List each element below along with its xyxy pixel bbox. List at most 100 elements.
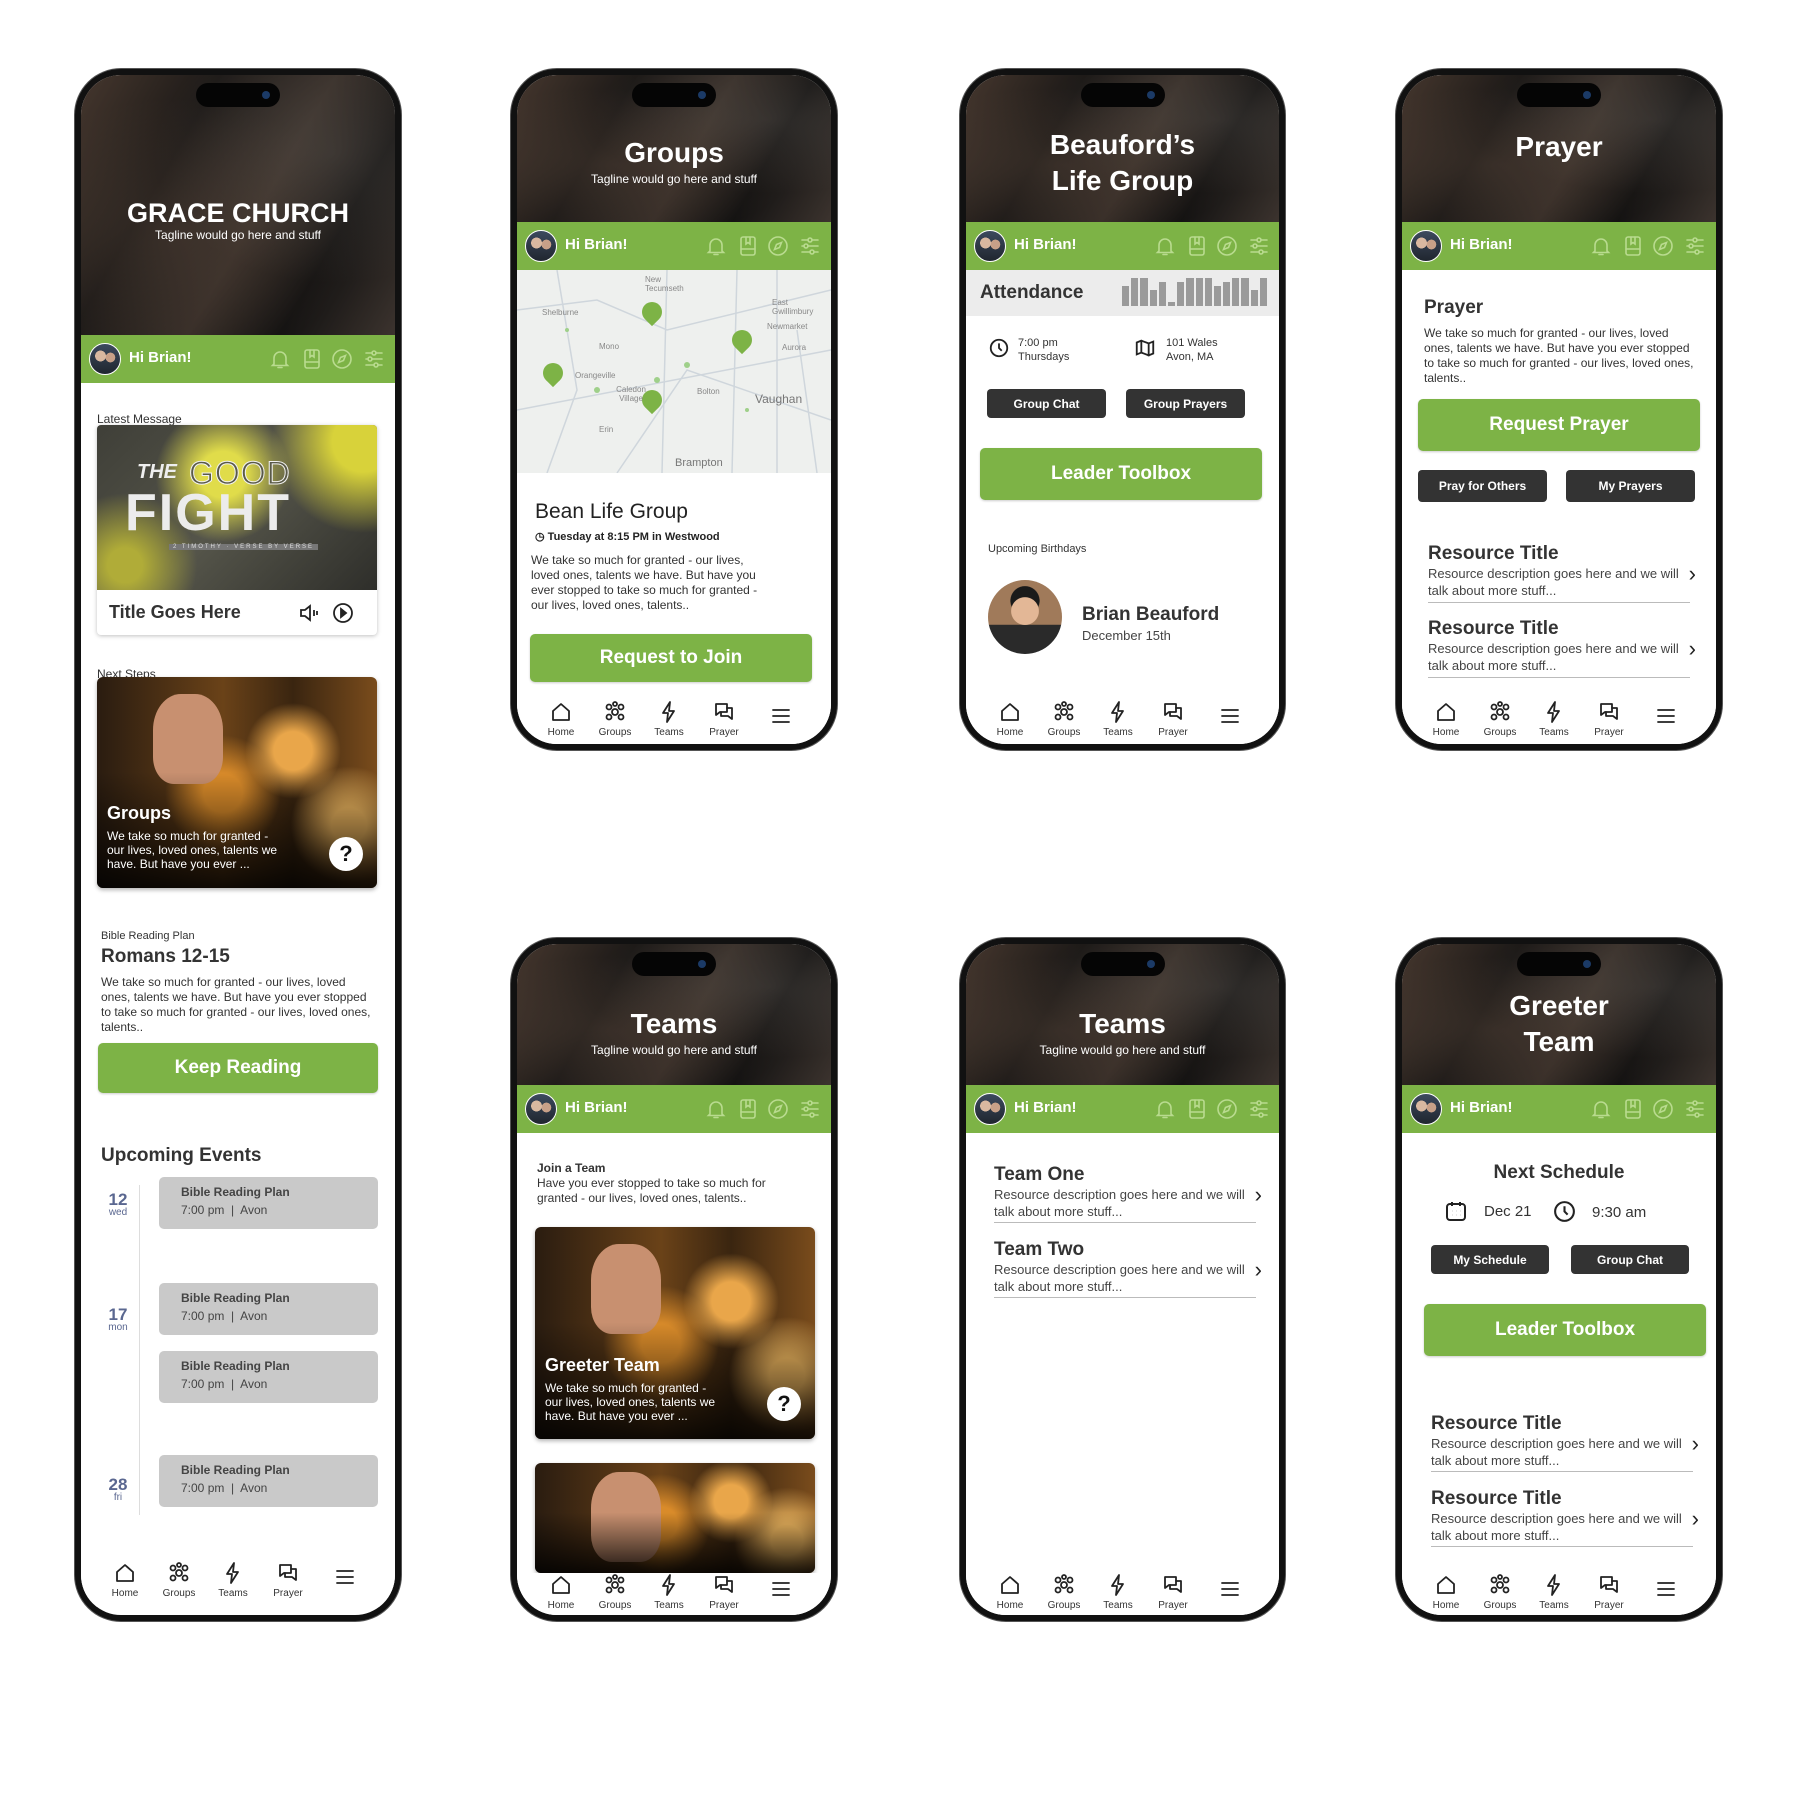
sliders-icon[interactable] (362, 347, 386, 371)
nav-groups[interactable]: Groups (154, 1561, 204, 1599)
nav-groups[interactable]: Groups (1039, 1573, 1089, 1611)
compass-icon[interactable] (1215, 234, 1239, 258)
compass-icon[interactable] (766, 234, 790, 258)
leader-toolbox-button[interactable]: Leader Toolbox (980, 448, 1262, 500)
nav-groups[interactable]: Groups (1475, 700, 1525, 738)
nav-teams[interactable]: Teams (1093, 700, 1143, 738)
menu-button[interactable] (756, 1577, 806, 1606)
menu-button[interactable] (1641, 1577, 1691, 1606)
compass-icon[interactable] (1651, 234, 1675, 258)
nav-home[interactable]: Home (536, 700, 586, 738)
resource-item[interactable]: Resource Title Resource description goes … (1431, 1413, 1699, 1472)
nav-prayer[interactable]: Prayer (699, 700, 749, 738)
event-item[interactable]: Bible Reading Plan 7:00 pm | Avon (159, 1351, 378, 1403)
group-chat-button[interactable]: Group Chat (987, 389, 1106, 418)
my-prayers-button[interactable]: My Prayers (1566, 470, 1695, 502)
book-icon[interactable] (1185, 234, 1209, 258)
nav-teams[interactable]: Teams (208, 1561, 258, 1599)
play-icon[interactable] (331, 601, 355, 630)
team-item[interactable]: Team One Resource description goes here a… (994, 1164, 1262, 1223)
avatar[interactable] (1410, 1093, 1442, 1125)
sliders-icon[interactable] (1247, 1097, 1271, 1121)
book-icon[interactable] (1185, 1097, 1209, 1121)
menu-button[interactable] (1205, 1577, 1255, 1606)
bell-icon[interactable] (704, 1097, 728, 1121)
leader-toolbox-button[interactable]: Leader Toolbox (1424, 1304, 1706, 1356)
event-item[interactable]: Bible Reading Plan 7:00 pm | Avon (159, 1283, 378, 1335)
nav-home[interactable]: Home (1421, 700, 1471, 738)
team-card[interactable]: Greeter Team We take so much for granted… (535, 1227, 815, 1439)
avatar[interactable] (525, 230, 557, 262)
avatar[interactable] (1410, 230, 1442, 262)
event-item[interactable]: Bible Reading Plan 7:00 pm | Avon (159, 1177, 378, 1229)
attendance-bar[interactable]: Attendance (966, 270, 1279, 316)
sliders-icon[interactable] (1683, 234, 1707, 258)
nav-prayer[interactable]: Prayer (1584, 700, 1634, 738)
bell-icon[interactable] (268, 347, 292, 371)
nav-home[interactable]: Home (985, 700, 1035, 738)
team-card[interactable] (535, 1463, 815, 1573)
nav-groups[interactable]: Groups (590, 1573, 640, 1611)
avatar[interactable] (974, 230, 1006, 262)
pray-for-others-button[interactable]: Pray for Others (1418, 470, 1547, 502)
sliders-icon[interactable] (1683, 1097, 1707, 1121)
book-icon[interactable] (736, 234, 760, 258)
request-to-join-button[interactable]: Request to Join (530, 634, 812, 682)
nav-groups[interactable]: Groups (1039, 700, 1089, 738)
sliders-icon[interactable] (798, 1097, 822, 1121)
sliders-icon[interactable] (1247, 234, 1271, 258)
bell-icon[interactable] (1589, 1097, 1613, 1121)
team-item[interactable]: Team Two Resource description goes here a… (994, 1239, 1262, 1298)
latest-message-card[interactable]: THE GOOD FIGHT 2 TIMOTHY · VERSE BY VERS… (97, 425, 377, 635)
book-icon[interactable] (736, 1097, 760, 1121)
avatar[interactable] (974, 1093, 1006, 1125)
nav-prayer[interactable]: Prayer (1148, 700, 1198, 738)
nav-teams[interactable]: Teams (1529, 1573, 1579, 1611)
bell-icon[interactable] (704, 234, 728, 258)
groups-map[interactable]: New Tecumseth Shelburne Mono Orangeville… (517, 270, 831, 473)
help-icon[interactable]: ? (767, 1387, 801, 1421)
book-icon[interactable] (300, 347, 324, 371)
bell-icon[interactable] (1589, 234, 1613, 258)
compass-icon[interactable] (1215, 1097, 1239, 1121)
compass-icon[interactable] (330, 347, 354, 371)
group-chat-button[interactable]: Group Chat (1571, 1245, 1689, 1274)
menu-button[interactable] (756, 704, 806, 733)
book-icon[interactable] (1621, 1097, 1645, 1121)
avatar[interactable] (89, 343, 121, 375)
nav-home[interactable]: Home (1421, 1573, 1471, 1611)
book-icon[interactable] (1621, 234, 1645, 258)
nav-prayer[interactable]: Prayer (699, 1573, 749, 1611)
compass-icon[interactable] (1651, 1097, 1675, 1121)
group-prayers-button[interactable]: Group Prayers (1126, 389, 1245, 418)
nav-home[interactable]: Home (100, 1561, 150, 1599)
nav-prayer[interactable]: Prayer (1148, 1573, 1198, 1611)
compass-icon[interactable] (766, 1097, 790, 1121)
resource-item[interactable]: Resource Title Resource description goes … (1431, 1488, 1699, 1547)
nav-teams[interactable]: Teams (1529, 700, 1579, 738)
resource-item[interactable]: Resource Title Resource description goes … (1428, 543, 1696, 603)
event-item[interactable]: Bible Reading Plan 7:00 pm | Avon (159, 1455, 378, 1507)
sliders-icon[interactable] (798, 234, 822, 258)
nav-home[interactable]: Home (985, 1573, 1035, 1611)
request-prayer-button[interactable]: Request Prayer (1418, 399, 1700, 451)
resource-item[interactable]: Resource Title Resource description goes … (1428, 618, 1696, 678)
birthday-avatar[interactable] (988, 580, 1062, 654)
avatar[interactable] (525, 1093, 557, 1125)
menu-button[interactable] (320, 1565, 370, 1594)
keep-reading-button[interactable]: Keep Reading (98, 1043, 378, 1093)
bell-icon[interactable] (1153, 1097, 1177, 1121)
help-icon[interactable]: ? (329, 837, 363, 871)
nav-prayer[interactable]: Prayer (1584, 1573, 1634, 1611)
next-steps-card[interactable]: Groups We take so much for granted - our… (97, 677, 377, 888)
menu-button[interactable] (1641, 704, 1691, 733)
menu-button[interactable] (1205, 704, 1255, 733)
nav-prayer[interactable]: Prayer (263, 1561, 313, 1599)
nav-teams[interactable]: Teams (1093, 1573, 1143, 1611)
bell-icon[interactable] (1153, 234, 1177, 258)
audio-icon[interactable] (297, 601, 321, 630)
nav-groups[interactable]: Groups (590, 700, 640, 738)
nav-groups[interactable]: Groups (1475, 1573, 1525, 1611)
nav-home[interactable]: Home (536, 1573, 586, 1611)
nav-teams[interactable]: Teams (644, 700, 694, 738)
